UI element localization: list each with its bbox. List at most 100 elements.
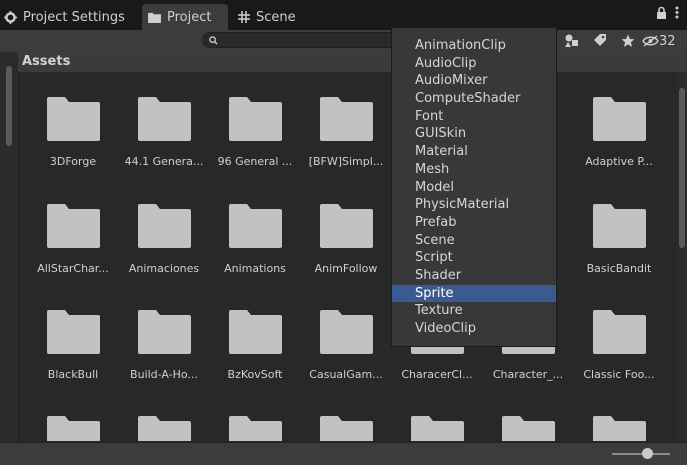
shapes-icon: [565, 34, 578, 47]
asset-folder[interactable]: [28, 416, 118, 441]
folder-icon: [592, 310, 646, 354]
menu-item-animationclip[interactable]: AnimationClip: [392, 37, 556, 55]
menu-item-shader[interactable]: Shader: [392, 267, 556, 285]
asset-label: [BFW]Simpl...: [308, 155, 384, 168]
folder-icon: [46, 416, 100, 441]
folder-icon: [228, 204, 282, 248]
tab-bar: Project Settings Project Scene: [0, 0, 687, 30]
filter-by-type-button[interactable]: [558, 30, 586, 52]
asset-label: CharacerCl...: [401, 368, 473, 381]
asset-folder[interactable]: [119, 416, 209, 441]
tab-scene[interactable]: Scene: [238, 4, 296, 30]
asset-label: Build-A-Ho...: [130, 368, 198, 381]
folder-icon: [592, 204, 646, 248]
tag-icon: [594, 34, 606, 46]
menu-item-font[interactable]: Font: [392, 108, 556, 126]
menu-item-sprite[interactable]: Sprite: [392, 284, 556, 303]
tree-scrollbar-thumb[interactable]: [6, 66, 12, 146]
menu-item-guiskin[interactable]: GUISkin: [392, 125, 556, 143]
tab-label: Project Settings: [23, 9, 125, 25]
asset-label: 44.1 Genera...: [124, 155, 204, 168]
asset-folder[interactable]: 44.1 Genera...: [119, 97, 209, 168]
menu-item-mesh[interactable]: Mesh: [392, 161, 556, 179]
asset-folder[interactable]: [483, 416, 573, 441]
asset-label: BlackBull: [47, 368, 99, 381]
folder-tree-pane: [0, 52, 19, 442]
bottom-bar: [0, 442, 687, 465]
menu-item-scene[interactable]: Scene: [392, 232, 556, 250]
asset-folder[interactable]: [574, 416, 664, 441]
tab-label: Project: [167, 9, 212, 25]
grid-scrollbar[interactable]: [677, 72, 687, 441]
breadcrumb-assets[interactable]: Assets: [22, 54, 70, 69]
asset-folder[interactable]: [BFW]Simpl...: [301, 97, 391, 168]
menu-item-material[interactable]: Material: [392, 143, 556, 161]
asset-folder[interactable]: Build-A-Ho...: [119, 310, 209, 381]
type-filter-menu: AnimationClip AudioClip AudioMixer ComputeS…: [391, 27, 557, 347]
grid-icon: [238, 11, 250, 23]
scrollbar-thumb[interactable]: [679, 88, 685, 248]
lock-icon[interactable]: [656, 6, 667, 19]
folder-icon: [46, 204, 100, 248]
folder-icon: [592, 97, 646, 141]
gear-icon: [4, 10, 17, 24]
asset-label: BasicBandit: [586, 262, 652, 275]
asset-label: Adaptive P...: [585, 155, 653, 168]
menu-item-texture[interactable]: Texture: [392, 302, 556, 320]
asset-grid: 3DForge 44.1 Genera... 96 General ... [BFW]…: [18, 73, 677, 441]
asset-label: Classic Foo...: [583, 368, 655, 381]
eye-slash-icon: [642, 35, 659, 47]
menu-item-model[interactable]: Model: [392, 179, 556, 197]
favorites-button[interactable]: [614, 30, 642, 52]
menu-item-computeshader[interactable]: ComputeShader: [392, 90, 556, 108]
folder-icon: [592, 416, 646, 441]
menu-item-physicmaterial[interactable]: PhysicMaterial: [392, 196, 556, 214]
search-icon: [209, 36, 218, 45]
zoom-slider-track[interactable]: [612, 453, 670, 455]
folder-icon: [137, 204, 191, 248]
folder-icon: [319, 416, 373, 441]
tab-project[interactable]: Project: [142, 4, 228, 30]
asset-folder[interactable]: BasicBandit: [574, 204, 664, 275]
asset-folder[interactable]: BlackBull: [28, 310, 118, 381]
assets-breadcrumb: Assets: [18, 52, 687, 73]
asset-folder[interactable]: [301, 416, 391, 441]
folder-icon: [137, 97, 191, 141]
asset-label: Animaciones: [128, 262, 200, 275]
asset-folder[interactable]: AllStarChar...: [28, 204, 118, 275]
project-toolbar: 32: [0, 30, 687, 53]
asset-folder[interactable]: Adaptive P...: [574, 97, 664, 168]
asset-folder[interactable]: [210, 416, 300, 441]
folder-icon: [148, 12, 161, 23]
more-options-icon[interactable]: [675, 6, 679, 19]
asset-label: 3DForge: [49, 155, 97, 168]
menu-item-audiomixer[interactable]: AudioMixer: [392, 72, 556, 90]
asset-label: AllStarChar...: [37, 262, 109, 275]
asset-folder[interactable]: CasualGam...: [301, 310, 391, 381]
menu-item-prefab[interactable]: Prefab: [392, 214, 556, 232]
asset-folder[interactable]: [392, 416, 482, 441]
search-field[interactable]: [202, 32, 402, 48]
asset-folder[interactable]: 3DForge: [28, 97, 118, 168]
menu-item-audioclip[interactable]: AudioClip: [392, 55, 556, 73]
folder-icon: [319, 310, 373, 354]
asset-label: AnimFollow: [314, 262, 378, 275]
filter-by-label-button[interactable]: [586, 30, 614, 52]
tab-project-settings[interactable]: Project Settings: [4, 4, 125, 30]
asset-folder[interactable]: Animaciones: [119, 204, 209, 275]
asset-label: CasualGam...: [309, 368, 383, 381]
folder-icon: [137, 416, 191, 441]
asset-folder[interactable]: AnimFollow: [301, 204, 391, 275]
menu-item-script[interactable]: Script: [392, 249, 556, 267]
folder-icon: [319, 204, 373, 248]
asset-folder[interactable]: 96 General ...: [210, 97, 300, 168]
asset-label: Character_...: [492, 368, 564, 381]
asset-folder[interactable]: Classic Foo...: [574, 310, 664, 381]
hidden-packages-toggle[interactable]: 32: [642, 34, 676, 49]
folder-icon: [46, 97, 100, 141]
menu-item-videoclip[interactable]: VideoClip: [392, 320, 556, 338]
asset-folder[interactable]: BzKovSoft: [210, 310, 300, 381]
asset-folder[interactable]: Animations: [210, 204, 300, 275]
folder-icon: [46, 310, 100, 354]
zoom-slider-handle[interactable]: [642, 448, 653, 459]
